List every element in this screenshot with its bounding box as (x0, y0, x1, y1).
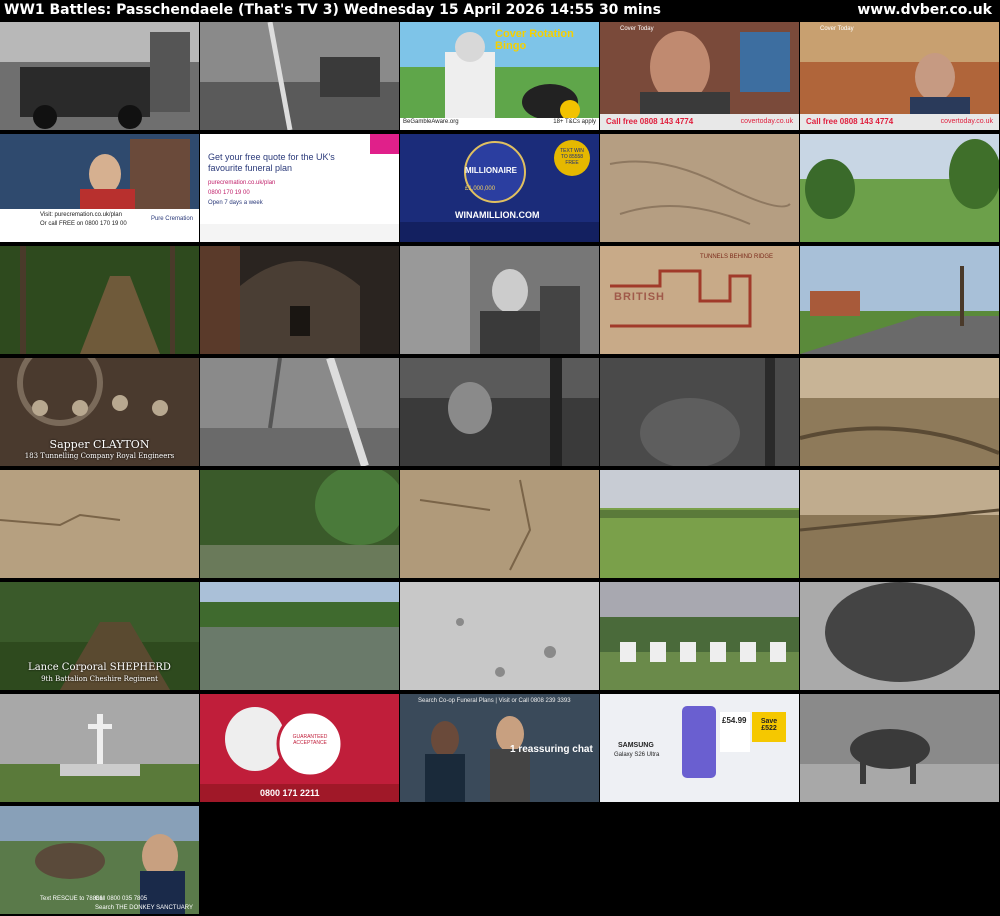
millionaire-text: TEXT WIN TO 85558 FREE (560, 148, 584, 166)
purecremation-brand: Pure Cremation (150, 216, 193, 222)
programme-title: WW1 Battles: Passchendaele (That's TV 3)… (4, 2, 661, 18)
purecremation-visit: Visit: purecremation.co.uk/plan (40, 212, 122, 218)
thumb-r6c1-shepherd-photo[interactable]: Lance Corporal SHEPHERD 9th Battalion Ch… (0, 582, 199, 690)
millionaire-title: MILLIONAIRE (465, 166, 517, 175)
thumb-r5c4-field[interactable] (600, 470, 799, 578)
trench-map-label: BRITISH (614, 291, 665, 303)
donkey-call-text: Call 0800 035 7805 (95, 896, 148, 902)
acceptance-phone: 0800 171 2211 (260, 788, 320, 798)
funeral-url: purecremation.co.uk/plan (208, 180, 276, 186)
covertoday-site-2: covertoday.co.uk (940, 118, 993, 125)
thumb-r2c2-funeral-plan-ad[interactable]: Get your free quote for the UK's favouri… (200, 134, 399, 242)
covertoday-site: covertoday.co.uk (740, 118, 793, 125)
samsung-brand: SAMSUNG (618, 742, 654, 749)
thumb-r7c3-coop-ad[interactable]: Search Co-op Funeral Plans | Visit or Ca… (400, 694, 599, 802)
donkey-rescue-text: Text RESCUE to 78866 (40, 896, 103, 902)
page-header: WW1 Battles: Passchendaele (That's TV 3)… (0, 0, 1000, 20)
thumb-r6c4-cemetery[interactable] (600, 582, 799, 690)
funeral-phone: 0800 170 19 00 (208, 190, 250, 196)
thumb-r1c4-covertoday-ad[interactable]: Cover Today Call free 0808 143 4774 cove… (600, 22, 799, 130)
donkey-search-text: Search THE DONKEY SANCTUARY (95, 905, 194, 911)
trench-map-title: TUNNELS BEHIND RIDGE (700, 254, 774, 260)
thumb-r4c2-soldiers-trees[interactable] (200, 358, 399, 466)
begamble-text: BeGambleAware.org (403, 119, 459, 125)
thumb-r5c5-battlefield-sepia[interactable] (800, 470, 999, 578)
thumb-r4c1-sapper-photo[interactable]: Sapper CLAYTON 183 Tunnelling Company Ro… (0, 358, 199, 466)
thumb-r5c2-river-woods[interactable] (200, 470, 399, 578)
thumb-r1c2-soldiers-woods[interactable] (200, 22, 399, 130)
samsung-price: £54.99 (722, 716, 747, 725)
age-warning: 18+ T&Cs apply (553, 119, 596, 125)
site-link[interactable]: www.dvber.co.uk (857, 0, 992, 20)
thumb-r2c5-countryside[interactable] (800, 134, 999, 242)
sapper-name-caption: Sapper CLAYTON (49, 438, 150, 451)
thumb-r7c2-acceptance-ad[interactable]: GUARANTEED ACCEPTANCE 0800 171 2211 (200, 694, 399, 802)
acceptance-badge: GUARANTEED ACCEPTANCE (292, 734, 328, 746)
coop-chat: 1 reassuring chat (510, 744, 593, 755)
thumb-r4c3-trench-soldiers[interactable] (400, 358, 599, 466)
thumb-r5c1-aerial-map[interactable] (0, 470, 199, 578)
covertoday-brand: Cover Today (620, 26, 654, 32)
purecremation-call: Or call FREE on 0800 170 19 00 (40, 221, 127, 227)
thumb-r2c1-purecremation-ad[interactable]: Visit: purecremation.co.uk/plan Or call … (0, 134, 199, 242)
funeral-hours: Open 7 days a week (208, 200, 263, 206)
thumb-r7c5-donkey-studio[interactable] (800, 694, 999, 802)
thumb-r6c5-explosion[interactable] (800, 582, 999, 690)
thumb-r1c3-bingo-ad[interactable]: Cover Rotation Bingo BeGambleAware.org 1… (400, 22, 599, 130)
thumb-r7c4-samsung-ad[interactable]: SAMSUNG Galaxy S26 Ultra £54.99 Save £52… (600, 694, 799, 802)
thumb-r4c4-dark-trench[interactable] (600, 358, 799, 466)
millionaire-prize: £1,000,000 (465, 186, 496, 192)
shepherd-name-caption: Lance Corporal SHEPHERD (28, 662, 171, 673)
thumb-r3c5-village-road[interactable] (800, 246, 999, 354)
thumb-r3c2-tunnel-interior[interactable] (200, 246, 399, 354)
bingo-title: Cover Rotation Bingo (495, 28, 574, 52)
thumb-r7c1-memorial-cross[interactable] (0, 694, 199, 802)
thumb-r3c3-officer-portrait[interactable] (400, 246, 599, 354)
thumb-r3c4-trench-map[interactable]: TUNNELS BEHIND RIDGE BRITISH (600, 246, 799, 354)
thumb-r1c5-covertoday-ad[interactable]: Cover Today Call free 0808 143 4774 cove… (800, 22, 999, 130)
thumb-r6c2-pond[interactable] (200, 582, 399, 690)
covertoday-phone-2: Call free 0808 143 4774 (806, 117, 894, 126)
thumb-r3c1-forest-path[interactable] (0, 246, 199, 354)
thumb-r6c3-aerial-crater[interactable] (400, 582, 599, 690)
samsung-save: Save £522 (760, 718, 778, 732)
covertoday-phone: Call free 0808 143 4774 (606, 117, 694, 126)
thumb-r5c3-aerial-map[interactable] (400, 470, 599, 578)
thumb-r1c1-archive-car[interactable] (0, 22, 199, 130)
covertoday-brand-2: Cover Today (820, 26, 854, 32)
millionaire-site: WINAMILLION.COM (455, 210, 540, 220)
thumb-r4c5-battlefield-sepia[interactable] (800, 358, 999, 466)
coop-search: Search Co-op Funeral Plans | Visit or Ca… (418, 698, 571, 704)
thumb-r2c4-aerial-map[interactable] (600, 134, 799, 242)
thumb-r2c3-millionaire-ad[interactable]: MILLIONAIRE £1,000,000 WINAMILLION.COM T… (400, 134, 599, 242)
sapper-unit-caption: 183 Tunnelling Company Royal Engineers (24, 452, 175, 460)
thumb-r8c1-donkey-sanctuary-ad[interactable]: Text RESCUE to 78866 Call 0800 035 7805 … (0, 806, 199, 914)
samsung-model: Galaxy S26 Ultra (614, 752, 660, 758)
funeral-headline: Get your free quote for the UK's favouri… (208, 152, 335, 173)
shepherd-unit-caption: 9th Battalion Cheshire Regiment (41, 675, 158, 683)
